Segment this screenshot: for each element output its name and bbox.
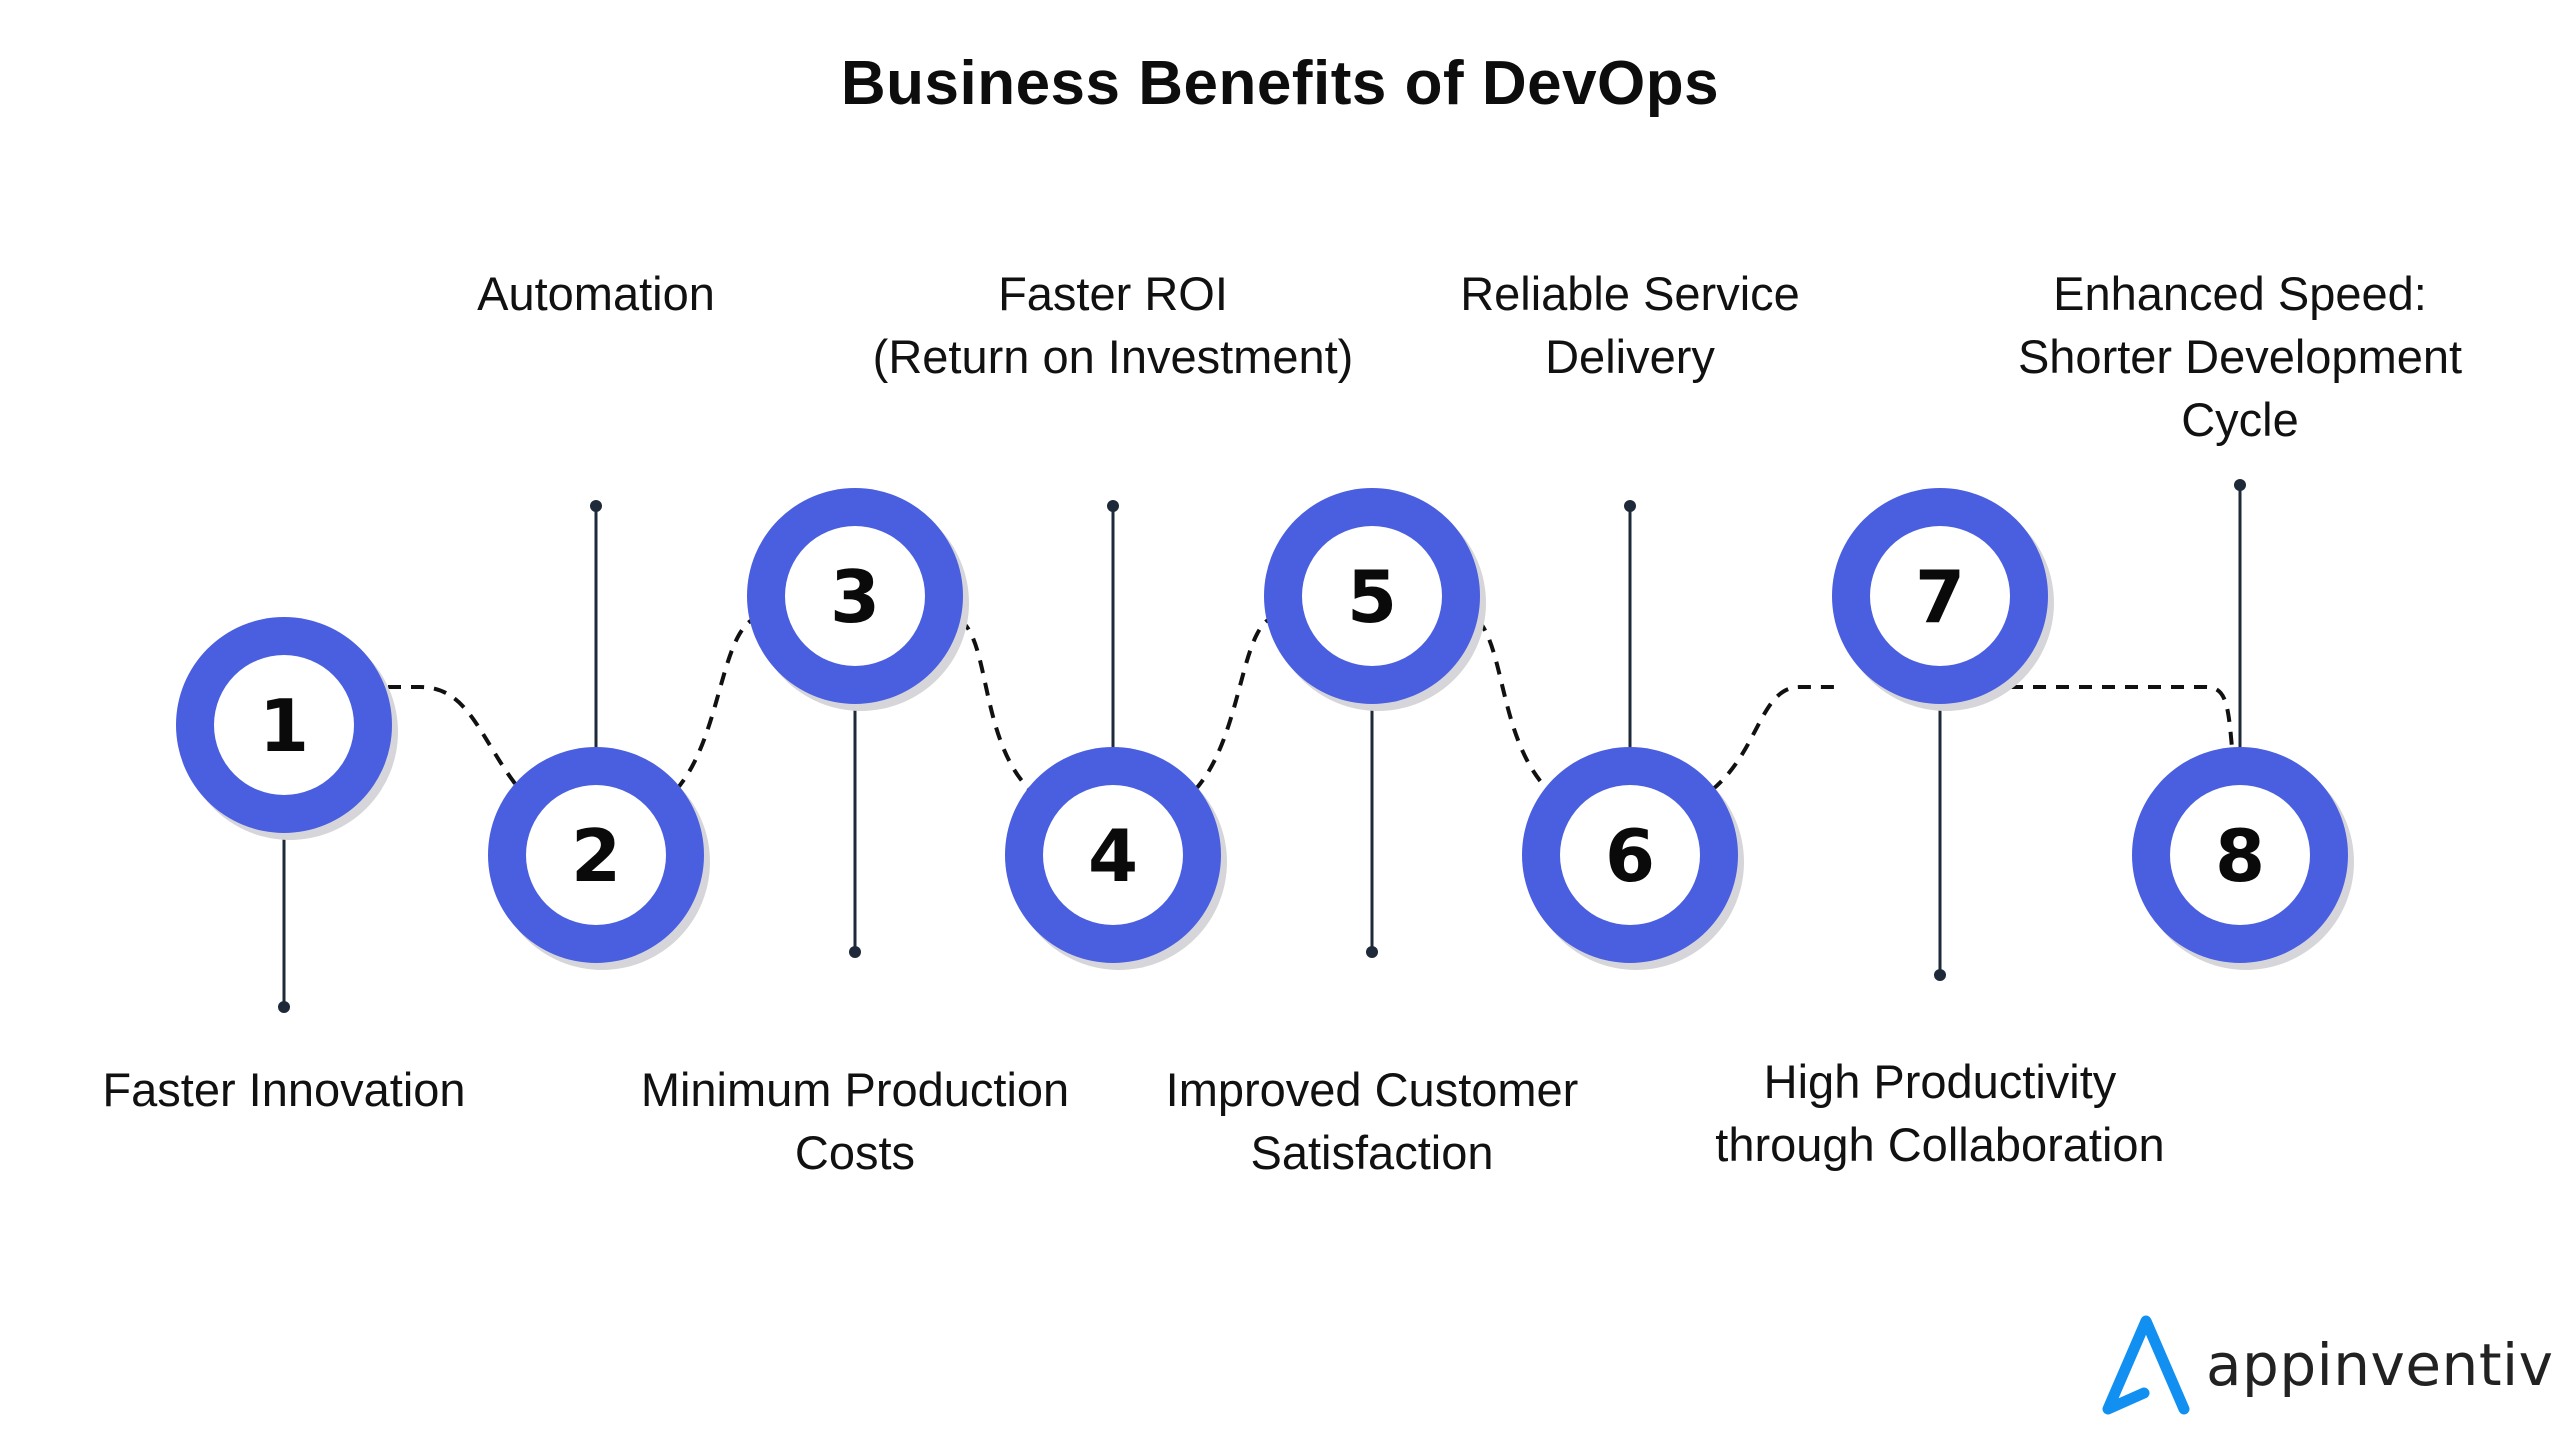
step-number: 5 bbox=[1347, 555, 1397, 639]
step-label-1: Faster Innovation bbox=[0, 1058, 604, 1121]
stem-dot bbox=[1107, 500, 1119, 512]
stem-dot bbox=[2234, 479, 2246, 491]
dashed-connector bbox=[388, 685, 522, 792]
step-number: 3 bbox=[830, 555, 880, 639]
stem-dot bbox=[1366, 946, 1378, 958]
step-node-8: 8 bbox=[2132, 747, 2354, 970]
step-label-line: Reliable Service bbox=[1460, 267, 1800, 320]
step-label-6: Reliable Service Delivery bbox=[1310, 262, 1950, 388]
step-label-line: Shorter Development bbox=[2017, 330, 2463, 383]
step-label-line: Satisfaction bbox=[1250, 1126, 1494, 1179]
step-node-4: 4 bbox=[1005, 747, 1227, 970]
step-number: 2 bbox=[571, 814, 621, 898]
step-label-line: Enhanced Speed: bbox=[2053, 267, 2427, 320]
brand-logo-text: appinventiv bbox=[2206, 1331, 2554, 1399]
stem-dot bbox=[849, 946, 861, 958]
dashed-connector bbox=[1710, 685, 1842, 792]
appinventiv-a-mark-icon bbox=[2102, 1315, 2190, 1415]
step-label-line: through Collaboration bbox=[1715, 1118, 2165, 1171]
step-node-3: 3 bbox=[747, 488, 969, 711]
stem-dot bbox=[1934, 969, 1946, 981]
step-number: 1 bbox=[259, 684, 309, 768]
step-label-line: Cycle bbox=[2181, 393, 2299, 446]
step-node-6: 6 bbox=[1522, 747, 1744, 970]
step-label-8: Enhanced Speed: Shorter Development Cycle bbox=[1920, 262, 2560, 451]
step-nodes: 1 2 3 4 5 6 7 8 bbox=[176, 488, 2354, 970]
step-node-7: 7 bbox=[1832, 488, 2054, 711]
step-number: 7 bbox=[1915, 555, 1965, 639]
brand-logo: appinventiv bbox=[2100, 1310, 2554, 1420]
step-node-5: 5 bbox=[1264, 488, 1486, 711]
stem-dot bbox=[1624, 500, 1636, 512]
step-label-7: High Productivity through Collaboration bbox=[1620, 1050, 2260, 1176]
dashed-connector bbox=[1193, 618, 1270, 792]
step-number: 6 bbox=[1605, 814, 1655, 898]
dashed-connector bbox=[1476, 618, 1550, 792]
stem-dot bbox=[278, 1001, 290, 1013]
benefits-diagram: 1 2 3 4 5 6 7 8 bbox=[176, 479, 2354, 1013]
dashed-connector bbox=[674, 618, 754, 792]
stem-dot bbox=[590, 500, 602, 512]
step-node-1: 1 bbox=[176, 617, 398, 840]
step-label-line: Faster Innovation bbox=[102, 1063, 466, 1116]
step-node-2: 2 bbox=[488, 747, 710, 970]
step-number: 8 bbox=[2215, 814, 2265, 898]
step-label-line: Delivery bbox=[1545, 330, 1715, 383]
step-label-line: Improved Customer bbox=[1165, 1063, 1579, 1116]
step-label-5: Improved Customer Satisfaction bbox=[1052, 1058, 1692, 1184]
dashed-connector bbox=[958, 618, 1032, 792]
step-number: 4 bbox=[1088, 814, 1138, 898]
step-label-line: High Productivity bbox=[1763, 1055, 2117, 1108]
dashed-connector bbox=[2010, 685, 2234, 749]
